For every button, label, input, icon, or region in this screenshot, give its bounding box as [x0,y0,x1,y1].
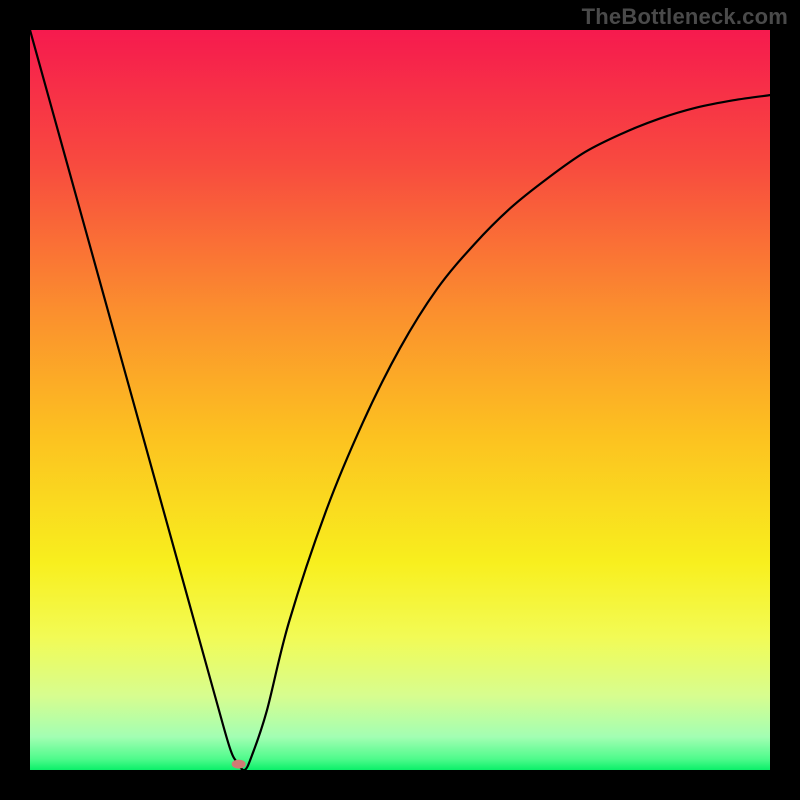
watermark-text: TheBottleneck.com [582,4,788,30]
plot-svg [30,30,770,770]
gradient-bg [30,30,770,770]
optimum-marker [232,760,246,769]
chart-frame: TheBottleneck.com [0,0,800,800]
